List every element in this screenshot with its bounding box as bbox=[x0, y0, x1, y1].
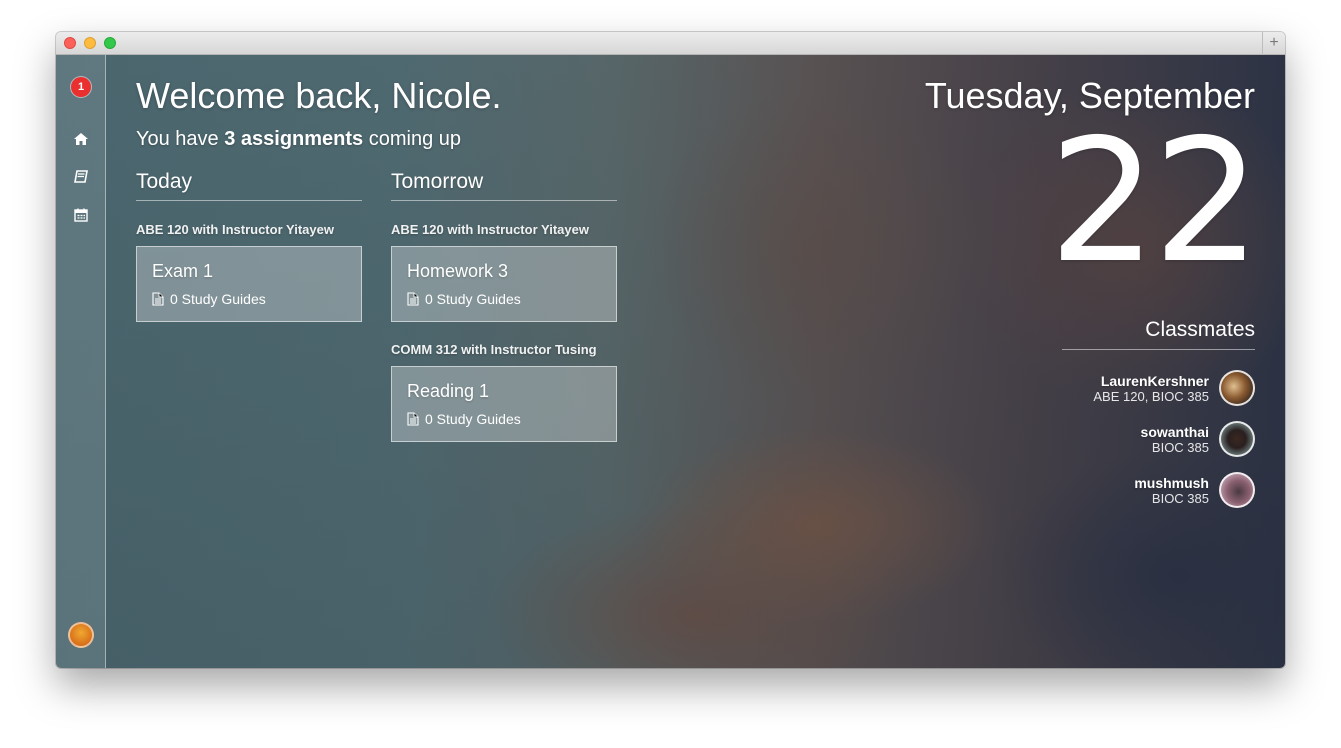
today-heading: Today bbox=[136, 170, 362, 201]
assignment-title: Homework 3 bbox=[407, 261, 509, 281]
study-guides-info: 0 Study Guides bbox=[407, 411, 601, 427]
welcome-heading: Welcome back, Nicole. bbox=[136, 75, 502, 116]
new-tab-button[interactable]: + bbox=[1262, 32, 1285, 55]
classmate-avatar[interactable] bbox=[1219, 472, 1255, 508]
minimize-window-button[interactable] bbox=[84, 37, 96, 49]
classmate-avatar[interactable] bbox=[1219, 421, 1255, 457]
classmates-heading: Classmates bbox=[1062, 318, 1255, 350]
classmate-avatar[interactable] bbox=[1219, 370, 1255, 406]
study-guides-info: 0 Study Guides bbox=[152, 291, 346, 307]
assignment-title: Exam 1 bbox=[152, 261, 214, 281]
study-guides-count: 0 Study Guides bbox=[425, 291, 521, 307]
classmate-info: LaurenKershner ABE 120, BIOC 385 bbox=[1093, 373, 1209, 404]
classmate-item[interactable]: sowanthai BIOC 385 bbox=[995, 421, 1255, 461]
tomorrow-column: Tomorrow ABE 120 with Instructor Yitayew… bbox=[391, 170, 617, 442]
notification-badge[interactable]: 1 bbox=[71, 77, 91, 97]
assignment-card[interactable]: Homework 3 0 Study Guides bbox=[391, 246, 617, 322]
assignment-card[interactable]: Reading 1 0 Study Guides bbox=[391, 366, 617, 442]
study-guides-count: 0 Study Guides bbox=[170, 291, 266, 307]
sidebar: 1 bbox=[56, 55, 106, 668]
document-icon bbox=[407, 412, 419, 426]
classmate-name: sowanthai bbox=[1140, 424, 1209, 440]
study-guides-count: 0 Study Guides bbox=[425, 411, 521, 427]
home-icon[interactable] bbox=[73, 131, 89, 147]
course-label: COMM 312 with Instructor Tusing bbox=[391, 342, 597, 357]
classmate-name: mushmush bbox=[1134, 475, 1209, 491]
main-content: 1 Welcome back, Nicole. You have 3 assig… bbox=[56, 55, 1285, 668]
day-number: 22 bbox=[1048, 103, 1261, 301]
classmate-item[interactable]: LaurenKershner ABE 120, BIOC 385 bbox=[995, 370, 1255, 410]
assignment-card[interactable]: Exam 1 0 Study Guides bbox=[136, 246, 362, 322]
close-window-button[interactable] bbox=[64, 37, 76, 49]
classmate-item[interactable]: mushmush BIOC 385 bbox=[995, 472, 1255, 512]
summary-suffix: coming up bbox=[363, 128, 462, 150]
assignments-summary: You have 3 assignments coming up bbox=[136, 128, 461, 151]
tomorrow-heading: Tomorrow bbox=[391, 170, 617, 201]
study-guides-info: 0 Study Guides bbox=[407, 291, 601, 307]
course-label: ABE 120 with Instructor Yitayew bbox=[391, 222, 589, 237]
assignment-title: Reading 1 bbox=[407, 381, 490, 401]
zoom-window-button[interactable] bbox=[104, 37, 116, 49]
today-column: Today ABE 120 with Instructor Yitayew Ex… bbox=[136, 170, 362, 322]
classmate-info: sowanthai BIOC 385 bbox=[1141, 424, 1209, 455]
summary-prefix: You have bbox=[136, 128, 225, 150]
classmate-name: LaurenKershner bbox=[1100, 373, 1209, 389]
book-icon[interactable] bbox=[73, 169, 89, 185]
app-window: + 1 Welcome back, Nicole. You have 3 ass… bbox=[56, 32, 1285, 668]
calendar-icon[interactable] bbox=[73, 207, 89, 223]
classmate-courses: ABE 120, BIOC 385 bbox=[1093, 389, 1209, 404]
course-label: ABE 120 with Instructor Yitayew bbox=[136, 222, 334, 237]
classmate-courses: BIOC 385 bbox=[1151, 440, 1209, 455]
classmate-info: mushmush BIOC 385 bbox=[1134, 475, 1209, 506]
user-avatar[interactable] bbox=[68, 622, 94, 648]
title-bar: + bbox=[56, 32, 1285, 55]
document-icon bbox=[152, 292, 164, 306]
document-icon bbox=[407, 292, 419, 306]
classmate-courses: BIOC 385 bbox=[1151, 491, 1209, 506]
summary-count: 3 assignments bbox=[224, 128, 364, 150]
